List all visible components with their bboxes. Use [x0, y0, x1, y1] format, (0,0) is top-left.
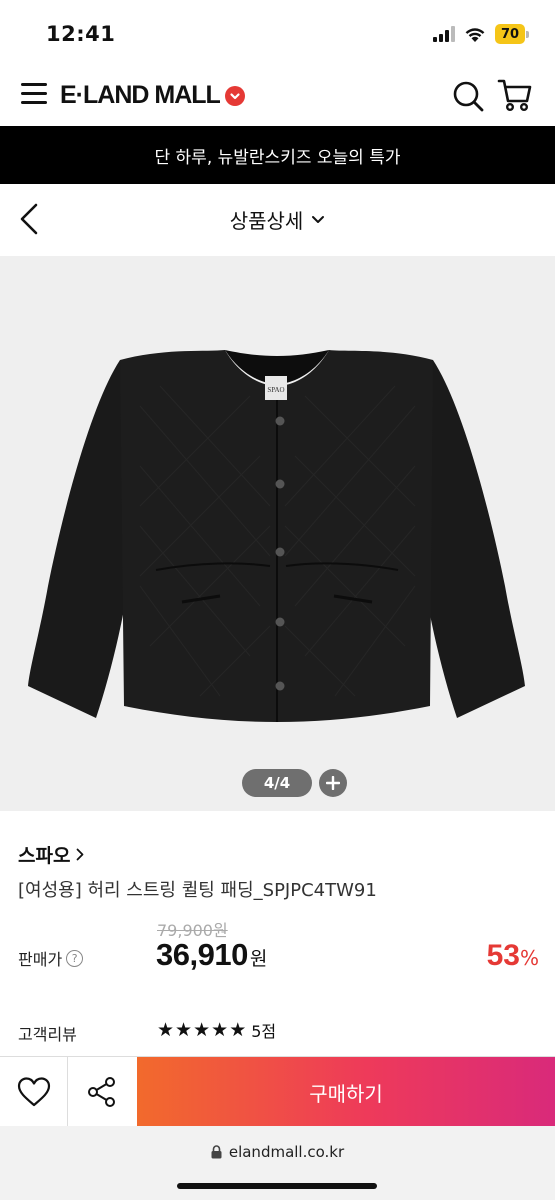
share-button[interactable] [68, 1057, 136, 1127]
image-page-indicator: 4/4 [242, 769, 312, 797]
battery-icon: 70 [495, 24, 529, 44]
logo-text: E·LAND MALL [60, 81, 221, 109]
buy-button-label: 구매하기 [309, 1081, 383, 1106]
cart-icon[interactable] [497, 78, 533, 112]
browser-url-bar[interactable]: elandmall.co.kr [0, 1126, 555, 1200]
price-label-group: 판매가 ? [18, 946, 84, 970]
sale-price: 36,910 원 [156, 937, 267, 973]
logo-check-icon [224, 85, 245, 106]
sale-price-value: 36,910 [156, 937, 248, 972]
discount-value: 53 [486, 939, 520, 972]
discount-rate: 53 % [487, 939, 539, 973]
review-rating[interactable]: ★ ★ ★ ★ ★ 5점 [157, 1018, 276, 1042]
status-time: 12:41 [46, 22, 116, 46]
promo-banner[interactable]: 단 하루, 뉴발란스키즈 오늘의 특가 [0, 126, 555, 184]
site-header: E·LAND MALL [0, 66, 555, 126]
review-label: 고객리뷰 [18, 1025, 77, 1044]
page-subnav: 상품상세 [0, 184, 555, 256]
brand-tag-label: SPAO [267, 386, 284, 394]
star-icon: ★ [175, 1018, 193, 1041]
discount-unit: % [519, 946, 539, 970]
url-display[interactable]: elandmall.co.kr [0, 1143, 555, 1161]
star-icon: ★ [229, 1018, 247, 1041]
sale-price-unit: 원 [249, 948, 268, 970]
price-label: 판매가 [18, 950, 63, 969]
bottom-action-bar: 구매하기 [0, 1056, 555, 1127]
home-indicator[interactable] [177, 1183, 377, 1189]
signal-icon [433, 26, 455, 42]
status-bar: 12:41 70 [0, 0, 555, 66]
search-icon[interactable] [452, 80, 484, 112]
product-name: [여성용] 허리 스트링 퀼팅 패딩_SPJPC4TW91 [18, 880, 377, 901]
review-score: 5점 [251, 1022, 277, 1041]
url-text: elandmall.co.kr [228, 1143, 345, 1161]
chevron-right-icon [77, 848, 84, 861]
wifi-icon [465, 27, 485, 42]
battery-level: 70 [495, 24, 525, 44]
share-icon [88, 1077, 115, 1107]
promo-text: 단 하루, 뉴발란스키즈 오늘의 특가 [154, 147, 401, 168]
product-photo: SPAO [28, 350, 525, 722]
menu-icon[interactable] [21, 83, 47, 105]
brand-link[interactable]: 스파오 [18, 841, 84, 868]
brand-name: 스파오 [18, 845, 71, 867]
star-icon: ★ [193, 1018, 211, 1041]
page-title: 상품상세 [229, 209, 304, 233]
buy-button[interactable]: 구매하기 [137, 1057, 555, 1127]
page-title-dropdown[interactable]: 상품상세 [0, 205, 555, 234]
lock-icon [211, 1145, 222, 1159]
help-icon[interactable]: ? [66, 949, 84, 967]
status-icons: 70 [433, 24, 529, 44]
site-logo[interactable]: E·LAND MALL [60, 81, 245, 110]
star-icon: ★ [211, 1018, 229, 1041]
star-icon: ★ [157, 1018, 175, 1041]
product-image-carousel[interactable]: SPAO 4/4 [0, 256, 555, 811]
chevron-down-icon [312, 215, 325, 223]
wishlist-button[interactable] [0, 1057, 68, 1127]
heart-icon [17, 1077, 50, 1107]
zoom-plus-icon[interactable] [319, 769, 347, 797]
